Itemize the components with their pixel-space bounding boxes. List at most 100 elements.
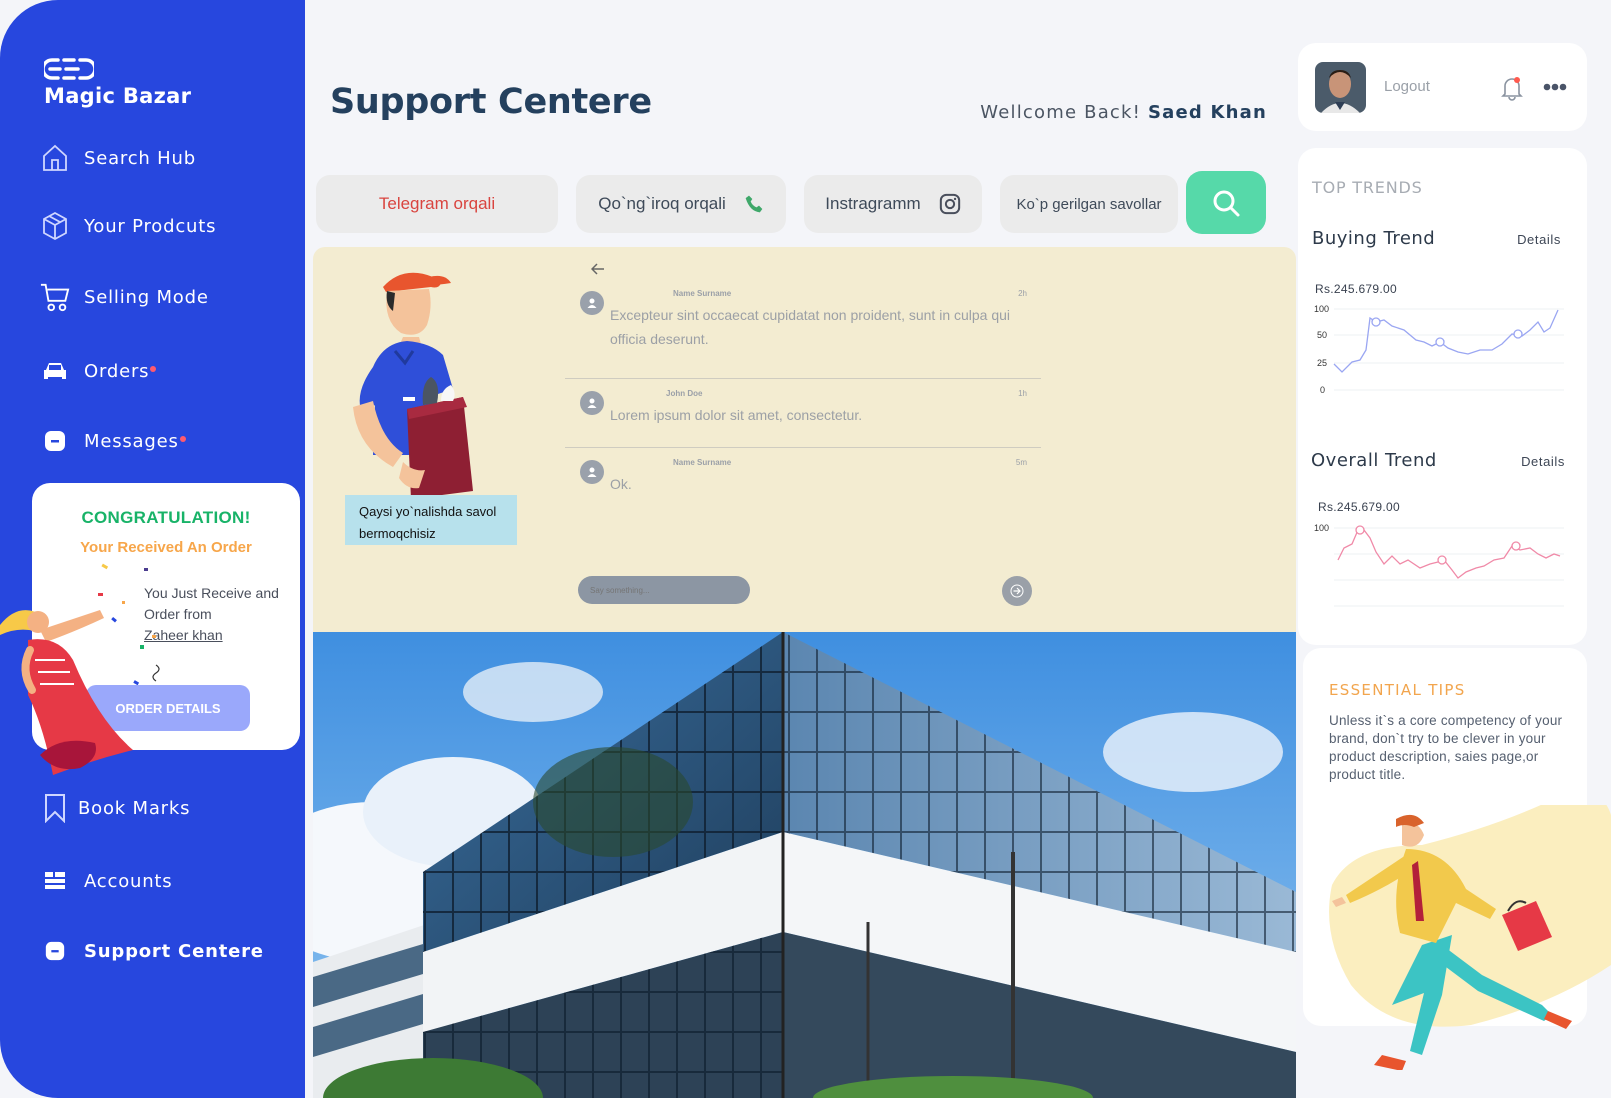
cart-icon <box>40 282 70 312</box>
welcome-message: Wellcome Back! Saed Khan <box>980 102 1267 123</box>
sidebar-item-label: Accounts <box>84 870 173 892</box>
data-point <box>1511 541 1521 551</box>
overall-trend-value: Rs.245.679.00 <box>1318 500 1400 514</box>
y-tick: 25 <box>1317 358 1327 368</box>
sidebar-item-your-products[interactable]: Your Prodcuts <box>40 211 216 241</box>
message-text: Excepteur sint occaecat cupidatat non pr… <box>610 307 1011 347</box>
office-building-photo: 15120 <box>313 632 1296 1098</box>
home-icon <box>40 143 70 173</box>
faq-button[interactable]: Ko`p gerilgan savollar <box>1000 175 1178 233</box>
sidebar-item-selling-mode[interactable]: Selling Mode <box>40 282 209 312</box>
sidebar-item-label: Support Centere <box>84 940 264 962</box>
running-shopper-illustration <box>1329 805 1611 1070</box>
tips-body: Unless it`s a core competency of your br… <box>1329 713 1563 782</box>
message-sender: John Doe <box>666 389 703 398</box>
y-tick: 100 <box>1314 304 1329 314</box>
message-sender: Name Surname <box>673 289 732 298</box>
data-point <box>1437 555 1447 565</box>
chat-message: Name Surname 2h Excepteur sint occaecat … <box>565 283 1041 373</box>
phone-icon <box>745 195 763 213</box>
instagram-icon <box>939 193 960 215</box>
sidebar-item-messages[interactable]: Messages <box>40 426 186 456</box>
chat-icon <box>40 936 70 966</box>
notification-dot <box>150 366 157 372</box>
tips-title: ESSENTIAL TIPS <box>1329 681 1466 699</box>
more-options-icon[interactable] <box>1543 83 1567 91</box>
y-tick: 50 <box>1317 330 1327 340</box>
box-icon <box>40 211 70 241</box>
user-avatar-icon <box>580 391 604 415</box>
message-divider <box>565 447 1041 448</box>
user-name: Saed Khan <box>1148 102 1267 123</box>
list-icon <box>40 866 70 896</box>
send-button[interactable] <box>1002 576 1032 606</box>
sidebar-item-accounts[interactable]: Accounts <box>40 866 172 896</box>
message-text: Lorem ipsum dolor sit amet, consectetur. <box>610 407 863 423</box>
chat-message: Name Surname 5m Ok. <box>565 452 1041 512</box>
brand-name: Magic Bazar <box>44 84 192 108</box>
y-tick: 100 <box>1314 523 1329 533</box>
data-point <box>1371 317 1381 327</box>
chat-icon <box>40 426 70 456</box>
notification-dot <box>179 436 186 442</box>
search-icon <box>1213 190 1240 216</box>
back-arrow-icon[interactable] <box>591 263 605 275</box>
message-time: 1h <box>1018 389 1027 398</box>
brand-logo[interactable]: Magic Bazar <box>44 56 191 108</box>
chat-message: John Doe 1h Lorem ipsum dolor sit amet, … <box>565 383 1041 443</box>
trends-title: TOP TRENDS <box>1312 178 1423 197</box>
overall-trend-details-link[interactable]: Details <box>1521 454 1565 469</box>
message-sender: Name Surname <box>673 458 732 467</box>
data-point <box>1513 329 1523 339</box>
question-prompt: Qaysi yo`nalishda savol bermoqchisiz <box>345 495 517 545</box>
buying-trend-value: Rs.245.679.00 <box>1315 282 1397 296</box>
sidebar-item-label: Your Prodcuts <box>84 215 217 237</box>
chat-message-input[interactable] <box>578 576 750 604</box>
logo-icon <box>44 58 94 80</box>
sidebar-item-label: Search Hub <box>84 147 196 169</box>
instagram-contact-button[interactable]: Instragramm <box>804 175 982 233</box>
sidebar-item-book-marks[interactable]: Book Marks <box>40 793 190 823</box>
page-title: Support Centere <box>330 82 652 122</box>
sidebar-item-support-centere[interactable]: Support Centere <box>40 936 264 966</box>
call-contact-button[interactable]: Qo`ng`iroq orqali <box>576 175 786 233</box>
overall-trend-title: Overall Trend <box>1311 450 1437 471</box>
sidebar-item-orders[interactable]: Orders <box>40 356 157 386</box>
profile-card: Logout <box>1298 43 1587 131</box>
sidebar-item-label: Orders <box>84 360 150 382</box>
telegram-contact-button[interactable]: Telegram orqali <box>316 175 558 233</box>
call-label: Qo`ng`iroq orqali <box>598 194 726 213</box>
sidebar-item-search-hub[interactable]: Search Hub <box>40 143 196 173</box>
delivery-man-illustration <box>353 272 473 497</box>
top-trends-card: TOP TRENDS Buying Trend Details Rs.245.6… <box>1298 148 1587 645</box>
congrats-title: CONGRATULATION! <box>81 508 251 527</box>
instagram-label: Instragramm <box>825 194 921 213</box>
faq-label: Ko`p gerilgan savollar <box>1016 195 1162 213</box>
welcome-text: Wellcome Back! <box>980 102 1142 123</box>
buying-trend-chart: 100 50 25 0 <box>1314 304 1564 395</box>
sidebar-item-label: Messages <box>84 430 179 452</box>
logout-link[interactable]: Logout <box>1384 78 1430 95</box>
message-time: 2h <box>1018 289 1027 298</box>
celebrating-girl-illustration <box>0 610 133 775</box>
message-time: 5m <box>1015 458 1027 467</box>
bell-icon[interactable] <box>1501 75 1523 101</box>
message-text: Ok. <box>610 476 632 492</box>
data-point <box>1435 337 1445 347</box>
support-chat-panel: Qaysi yo`nalishda savol bermoqchisiz Nam… <box>313 247 1296 632</box>
bookmark-icon <box>40 793 70 823</box>
user-avatar-icon <box>580 460 604 484</box>
overall-trend-chart: 100 <box>1314 523 1564 607</box>
sidebar-item-label: Book Marks <box>78 797 191 819</box>
car-icon <box>40 356 70 386</box>
sidebar-item-label: Selling Mode <box>84 286 209 308</box>
avatar[interactable] <box>1315 62 1366 113</box>
arrow-right-icon <box>1010 584 1024 598</box>
sidebar: Magic Bazar Search Hub Your Prodcuts Sel… <box>0 0 305 1098</box>
buying-trend-details-link[interactable]: Details <box>1517 232 1561 247</box>
search-button[interactable] <box>1186 171 1266 234</box>
y-tick: 0 <box>1320 385 1325 395</box>
data-point <box>1355 525 1365 535</box>
buying-trend-title: Buying Trend <box>1312 228 1436 249</box>
telegram-label: Telegram orqali <box>378 194 496 213</box>
